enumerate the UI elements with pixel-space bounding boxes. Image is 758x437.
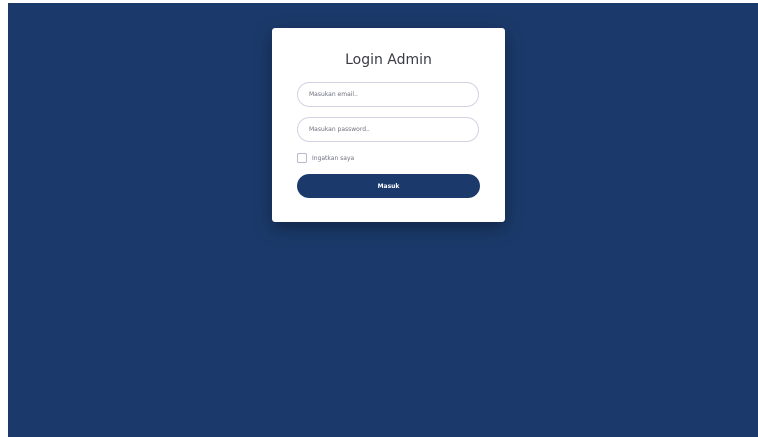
login-card: Login Admin Ingatkan saya Masuk [272, 28, 505, 222]
email-input[interactable] [297, 82, 479, 107]
remember-me-checkbox[interactable] [297, 153, 307, 163]
remember-me-label: Ingatkan saya [312, 154, 355, 162]
password-input[interactable] [297, 117, 479, 142]
remember-me-row[interactable]: Ingatkan saya [297, 153, 354, 163]
login-button[interactable]: Masuk [297, 174, 480, 198]
page-background: Login Admin Ingatkan saya Masuk [8, 3, 758, 437]
login-title: Login Admin [345, 52, 432, 68]
